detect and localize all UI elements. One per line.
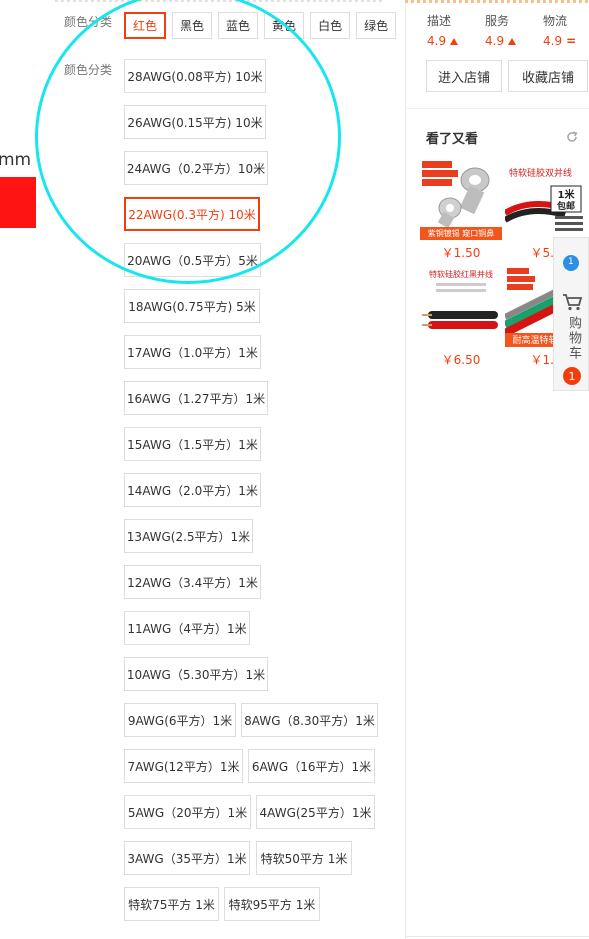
size-option[interactable]: 7AWG(12平方）1米 [124,749,243,783]
size-option[interactable]: 24AWG（0.2平方）10米 [124,151,268,185]
size-option[interactable]: 5AWG（20平方）1米 [124,795,251,829]
size-option[interactable]: 15AWG（1.5平方）1米 [124,427,261,461]
rating-label: 服务 [485,14,510,28]
product-card[interactable]: 紫铜镀锡 窥口铜鼻 ￥1.50 [420,158,502,261]
rating-desc: 描述 4.9 [427,12,485,48]
size-option[interactable]: 8AWG（8.30平方）1米 [241,703,378,737]
size-option[interactable]: 特软50平方 1米 [256,841,352,875]
enter-shop-button[interactable]: 进入店铺 [426,60,502,92]
size-option[interactable]: 特软95平方 1米 [224,887,320,921]
size-option[interactable]: 4AWG(25平方）1米 [256,795,375,829]
rating-value: 4.9 [427,34,447,48]
size-option[interactable]: 22AWG(0.3平方) 10米 [124,197,260,231]
size-option[interactable]: 20AWG（0.5平方）5米 [124,243,261,277]
cart-label[interactable]: 购物车 [564,316,583,361]
product-price: ￥6.50 [441,353,481,367]
rating-service: 服务 4.9 [485,12,543,48]
size-option[interactable]: 17AWG（1.0平方）1米 [124,335,261,369]
size-option[interactable]: 6AWG（16平方）1米 [248,749,375,783]
product-image[interactable]: 特软硅胶双并线 1米 包邮 [505,158,587,240]
product-image[interactable]: 特软硅胶红黑并线 [420,265,502,347]
favorite-shop-button[interactable]: 收藏店铺 [508,60,588,92]
arrow-up-icon [450,37,459,45]
rating-logistics: 物流 4.9 = [543,12,589,48]
size-option[interactable]: 26AWG(0.15平方) 10米 [124,105,266,139]
size-option[interactable]: 18AWG(0.75平方) 5米 [124,289,260,323]
equal-icon: = [566,34,577,48]
chat-icon[interactable]: 1 [562,254,580,272]
float-toolbar: 1 购物车 1 [553,237,589,391]
svg-text:耐高温特软: 耐高温特软 [512,334,557,346]
size-option[interactable]: 10AWG（5.30平方）1米 [124,657,268,691]
bottom-divider [405,936,589,937]
right-panel-border [405,0,406,939]
product-price: ￥1.50 [441,246,481,260]
svg-text:紫铜镀锡 窥口铜鼻: 紫铜镀锡 窥口铜鼻 [428,228,495,238]
arrow-up-icon [508,37,517,45]
rating-label: 物流 [543,14,568,28]
cart-icon[interactable] [562,293,582,311]
rating-label: 描述 [427,14,452,28]
size-option[interactable]: 28AWG(0.08平方) 10米 [124,59,266,93]
size-option[interactable]: 3AWG（35平方）1米 [124,841,250,875]
chat-badge: 1 [568,257,574,267]
product-card[interactable]: 特软硅胶红黑并线 ￥6.50 [420,265,502,368]
size-option[interactable]: 12AWG（3.4平方）1米 [124,565,261,599]
size-option[interactable]: 11AWG（4平方）1米 [124,611,250,645]
section-divider [405,108,589,109]
cart-count-badge: 1 [563,367,581,385]
svg-text:特软硅胶双并线: 特软硅胶双并线 [509,167,572,179]
rating-value: 4.9 [543,34,563,48]
svg-text:包邮: 包邮 [556,200,575,212]
right-top-dash [405,0,589,3]
size-option[interactable]: 14AWG（2.0平方）1米 [124,473,261,507]
rating-value: 4.9 [485,34,505,48]
size-options: 28AWG(0.08平方) 10米 26AWG(0.15平方) 10米 24AWG（… [0,0,405,939]
refresh-icon[interactable] [566,131,578,143]
svg-text:1米: 1米 [558,188,576,201]
size-option[interactable]: 16AWG（1.27平方）1米 [124,381,268,415]
look-again-title: 看了又看 [426,132,479,147]
size-option[interactable]: 9AWG(6平方）1米 [124,703,236,737]
svg-text:特软硅胶红黑并线: 特软硅胶红黑并线 [429,269,493,279]
product-image[interactable]: 紫铜镀锡 窥口铜鼻 [420,158,502,240]
size-option[interactable]: 13AWG(2.5平方）1米 [124,519,253,553]
size-option[interactable]: 特软75平方 1米 [124,887,219,921]
shop-ratings: 描述 4.9 服务 4.9 物流 4.9 = [427,12,589,48]
